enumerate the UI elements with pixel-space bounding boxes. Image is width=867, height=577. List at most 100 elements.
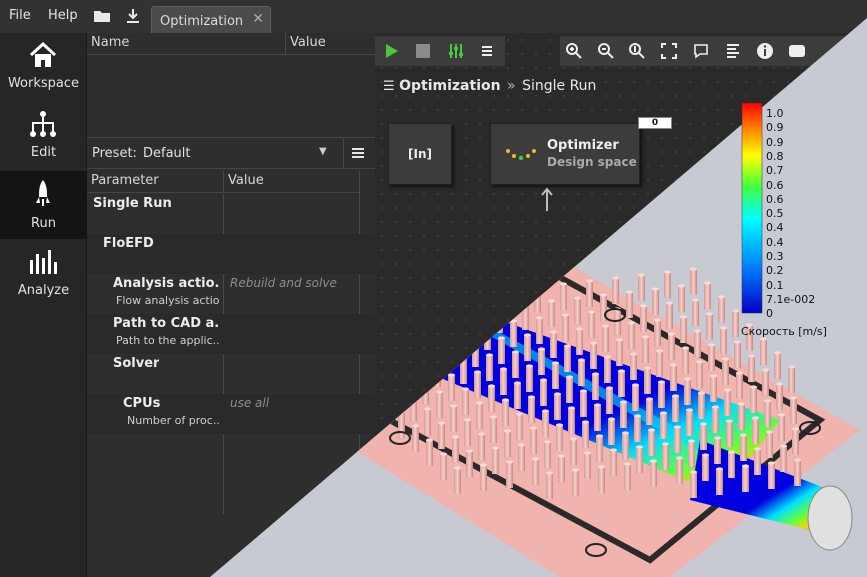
- pin-fin: [452, 437, 459, 463]
- pin-fin: [776, 384, 783, 410]
- pin-fin-cap: [794, 458, 801, 462]
- pin-fin: [738, 404, 745, 430]
- pin-fin-cap: [508, 288, 515, 292]
- pin-fin-cap: [436, 390, 443, 394]
- pin-fin-cap: [398, 410, 405, 414]
- pin-fin-cap: [432, 328, 439, 332]
- pin-fin: [548, 301, 555, 327]
- pin-fin-cap: [682, 346, 689, 350]
- pin-fin-cap: [566, 375, 573, 379]
- outlet-pipe: [807, 485, 853, 551]
- pin-fin-cap: [650, 459, 657, 463]
- pin-fin-cap: [738, 402, 745, 406]
- colorbar-tick: 0.4: [766, 221, 784, 235]
- pin-fin: [634, 416, 641, 442]
- pin-fin: [340, 325, 347, 351]
- pin-fin: [426, 440, 433, 466]
- pin-fin: [750, 387, 757, 413]
- pin-fin: [508, 290, 515, 316]
- pin-fin-cap: [742, 464, 749, 468]
- pin-fin: [644, 368, 651, 394]
- pin-fin: [368, 353, 375, 379]
- pin-fin-cap: [542, 409, 549, 413]
- pin-fin-cap: [670, 363, 677, 367]
- pin-fin-cap: [486, 353, 493, 357]
- pin-fin: [546, 473, 553, 499]
- pin-fin: [420, 347, 427, 373]
- pin-fin: [674, 427, 681, 453]
- pin-fin: [646, 399, 653, 425]
- pin-fin: [610, 450, 617, 476]
- pin-fin-cap: [622, 431, 629, 435]
- pin-fin-cap: [594, 403, 601, 407]
- pin-fin-cap: [586, 279, 593, 283]
- pin-fin-cap: [694, 329, 701, 333]
- pin-fin: [410, 395, 417, 421]
- pin-fin: [656, 351, 663, 377]
- pin-fin: [694, 331, 701, 357]
- pin-fin: [658, 382, 665, 408]
- pin-fin: [792, 429, 799, 455]
- pin-fin-cap: [368, 351, 375, 355]
- pin-fin: [726, 421, 733, 447]
- pin-fin-cap: [448, 373, 455, 377]
- pin-fin-cap: [792, 427, 799, 431]
- pin-fin-cap: [550, 330, 557, 334]
- pin-fin: [326, 311, 333, 337]
- pin-fin-cap: [634, 414, 641, 418]
- pin-fin-cap: [474, 370, 481, 374]
- pin-fin-cap: [384, 396, 391, 400]
- pin-fin: [584, 453, 591, 479]
- pin-fin: [502, 400, 509, 426]
- pin-fin: [638, 275, 645, 301]
- pin-fin-cap: [688, 439, 695, 443]
- pin-fin: [632, 385, 639, 411]
- pin-fin: [686, 410, 693, 436]
- pin-fin-cap: [764, 399, 771, 403]
- pin-fin-cap: [516, 412, 523, 416]
- pin-fin: [462, 389, 469, 415]
- pin-fin: [612, 278, 619, 304]
- pin-fin: [562, 315, 569, 341]
- pin-fin: [620, 402, 627, 428]
- pin-fin-cap: [472, 339, 479, 343]
- pin-fin: [408, 364, 415, 390]
- pin-fin: [456, 296, 463, 322]
- pin-fin-cap: [466, 449, 473, 453]
- pin-fin-cap: [526, 364, 533, 368]
- pin-fin-cap: [640, 304, 647, 308]
- pin-fin: [554, 394, 561, 420]
- pin-fin-cap: [592, 372, 599, 376]
- pin-fin: [512, 352, 519, 378]
- pin-fin-cap: [752, 416, 759, 420]
- pin-fin-cap: [522, 302, 529, 306]
- pin-fin-cap: [632, 383, 639, 387]
- pin-fin: [552, 363, 559, 389]
- pin-fin-cap: [574, 296, 581, 300]
- pin-fin: [424, 409, 431, 435]
- pin-fin: [768, 463, 775, 489]
- pin-fin-cap: [768, 461, 775, 465]
- pin-fin-cap: [780, 444, 787, 448]
- pin-fin-cap: [580, 389, 587, 393]
- pin-fin-cap: [464, 418, 471, 422]
- pin-fin-cap: [554, 392, 561, 396]
- pin-fin-cap: [728, 450, 735, 454]
- pin-fin-cap: [382, 365, 389, 369]
- pin-fin-cap: [596, 434, 603, 438]
- pin-fin: [380, 336, 387, 362]
- colorbar-tick: 0.9: [766, 135, 784, 149]
- pin-fin-cap: [658, 380, 665, 384]
- pin-fin: [604, 357, 611, 383]
- pin-fin-cap: [408, 362, 415, 366]
- pin-fin-cap: [700, 422, 707, 426]
- pin-fin-cap: [778, 413, 785, 417]
- pin-fin: [668, 334, 675, 360]
- pin-fin-cap: [690, 470, 697, 474]
- pin-fin-cap: [626, 290, 633, 294]
- pin-fin-cap: [366, 320, 373, 324]
- pin-fin: [534, 287, 541, 313]
- pin-fin-cap: [356, 368, 363, 372]
- pin-fin: [608, 419, 615, 445]
- pin-fin: [654, 320, 661, 346]
